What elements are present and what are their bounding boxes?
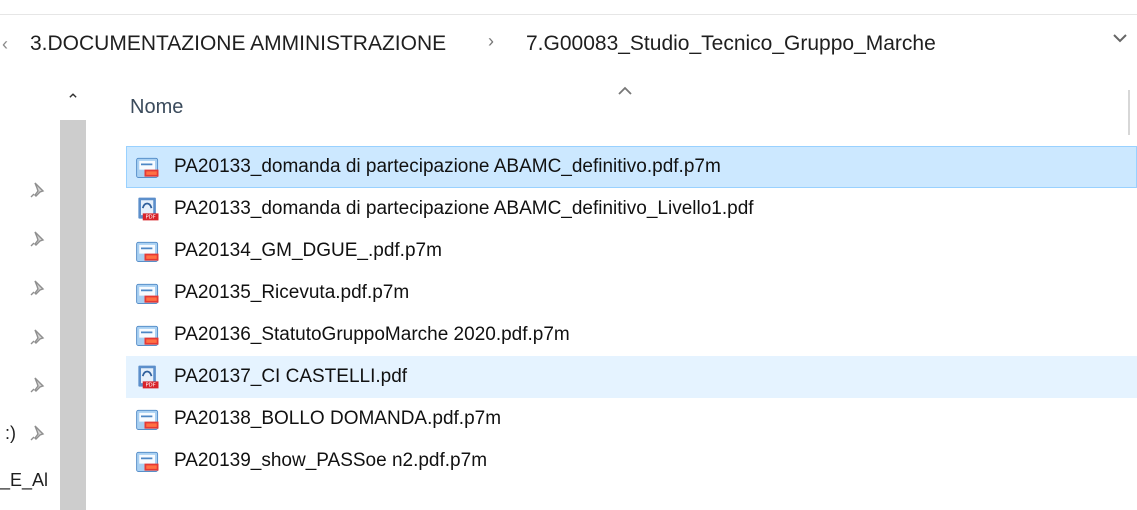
file-list: PA20133_domanda di partecipazione ABAMC_… [126,146,1137,482]
address-history-chevron-icon[interactable]: ‹ [2,34,8,55]
signed-pdf-icon [136,157,159,178]
signed-pdf-icon [136,451,159,472]
file-name[interactable]: PA20134_GM_DGUE_.pdf.p7m [174,240,442,262]
file-row[interactable]: PDF PA20137_CI CASTELLI.pdf [126,356,1137,398]
file-name[interactable]: PA20139_show_PASSoe n2.pdf.p7m [174,450,487,472]
file-name[interactable]: PA20133_domanda di partecipazione ABAMC_… [174,198,754,220]
sort-ascending-arrow-icon[interactable] [616,82,634,100]
file-name[interactable]: PA20133_domanda di partecipazione ABAMC_… [174,156,721,178]
navigation-partial-label[interactable]: :) [5,423,16,444]
file-row[interactable]: PA20138_BOLLO DOMANDA.pdf.p7m [126,398,1137,440]
breadcrumb-separator-icon[interactable]: › [488,31,494,52]
signed-pdf-icon [136,325,159,346]
file-name[interactable]: PA20138_BOLLO DOMANDA.pdf.p7m [174,408,501,430]
top-window-edge [0,0,1137,15]
pdf-icon: PDF [138,197,159,221]
signed-pdf-icon [136,241,159,262]
breadcrumb-segment-parent[interactable]: 3.DOCUMENTAZIONE AMMINISTRAZIONE [30,32,446,56]
file-row[interactable]: PA20136_StatutoGruppoMarche 2020.pdf.p7m [126,314,1137,356]
pin-icon[interactable] [28,375,48,395]
svg-text:PDF: PDF [146,215,156,221]
file-row[interactable]: PA20139_show_PASSoe n2.pdf.p7m [126,440,1137,482]
pin-icon[interactable] [28,327,48,347]
navigation-scrollbar[interactable] [60,120,86,510]
pin-icon[interactable] [28,229,48,249]
navigation-partial-label[interactable]: _E_Al [0,470,48,491]
pin-icon[interactable] [28,423,48,443]
pin-icon[interactable] [28,278,48,298]
pin-icon[interactable] [28,180,48,200]
file-row[interactable]: PA20134_GM_DGUE_.pdf.p7m [126,230,1137,272]
file-name[interactable]: PA20135_Ricevuta.pdf.p7m [174,282,409,304]
file-row[interactable]: PDF PA20133_domanda di partecipazione ABA… [126,188,1137,230]
navigation-scroll-up-button[interactable]: ⌃ [60,86,86,116]
file-row[interactable]: PA20133_domanda di partecipazione ABAMC_… [126,146,1137,188]
navigation-pane: ⌃ :) _E_Al [0,80,90,510]
right-column-resize-handle[interactable] [1128,90,1130,135]
signed-pdf-icon [136,283,159,304]
breadcrumb-segment-current[interactable]: 7.G00083_Studio_Tecnico_Gruppo_Marche [526,32,936,56]
file-name[interactable]: PA20137_CI CASTELLI.pdf [174,366,407,388]
signed-pdf-icon [136,409,159,430]
name-column-header[interactable]: Nome [130,96,183,119]
svg-text:PDF: PDF [146,383,156,389]
pdf-icon: PDF [138,365,159,389]
file-row[interactable]: PA20135_Ricevuta.pdf.p7m [126,272,1137,314]
address-dropdown-chevron-icon[interactable] [1111,29,1129,47]
address-bar[interactable]: ‹ 3.DOCUMENTAZIONE AMMINISTRAZIONE › 7.G… [0,15,1137,73]
file-name[interactable]: PA20136_StatutoGruppoMarche 2020.pdf.p7m [174,324,570,346]
